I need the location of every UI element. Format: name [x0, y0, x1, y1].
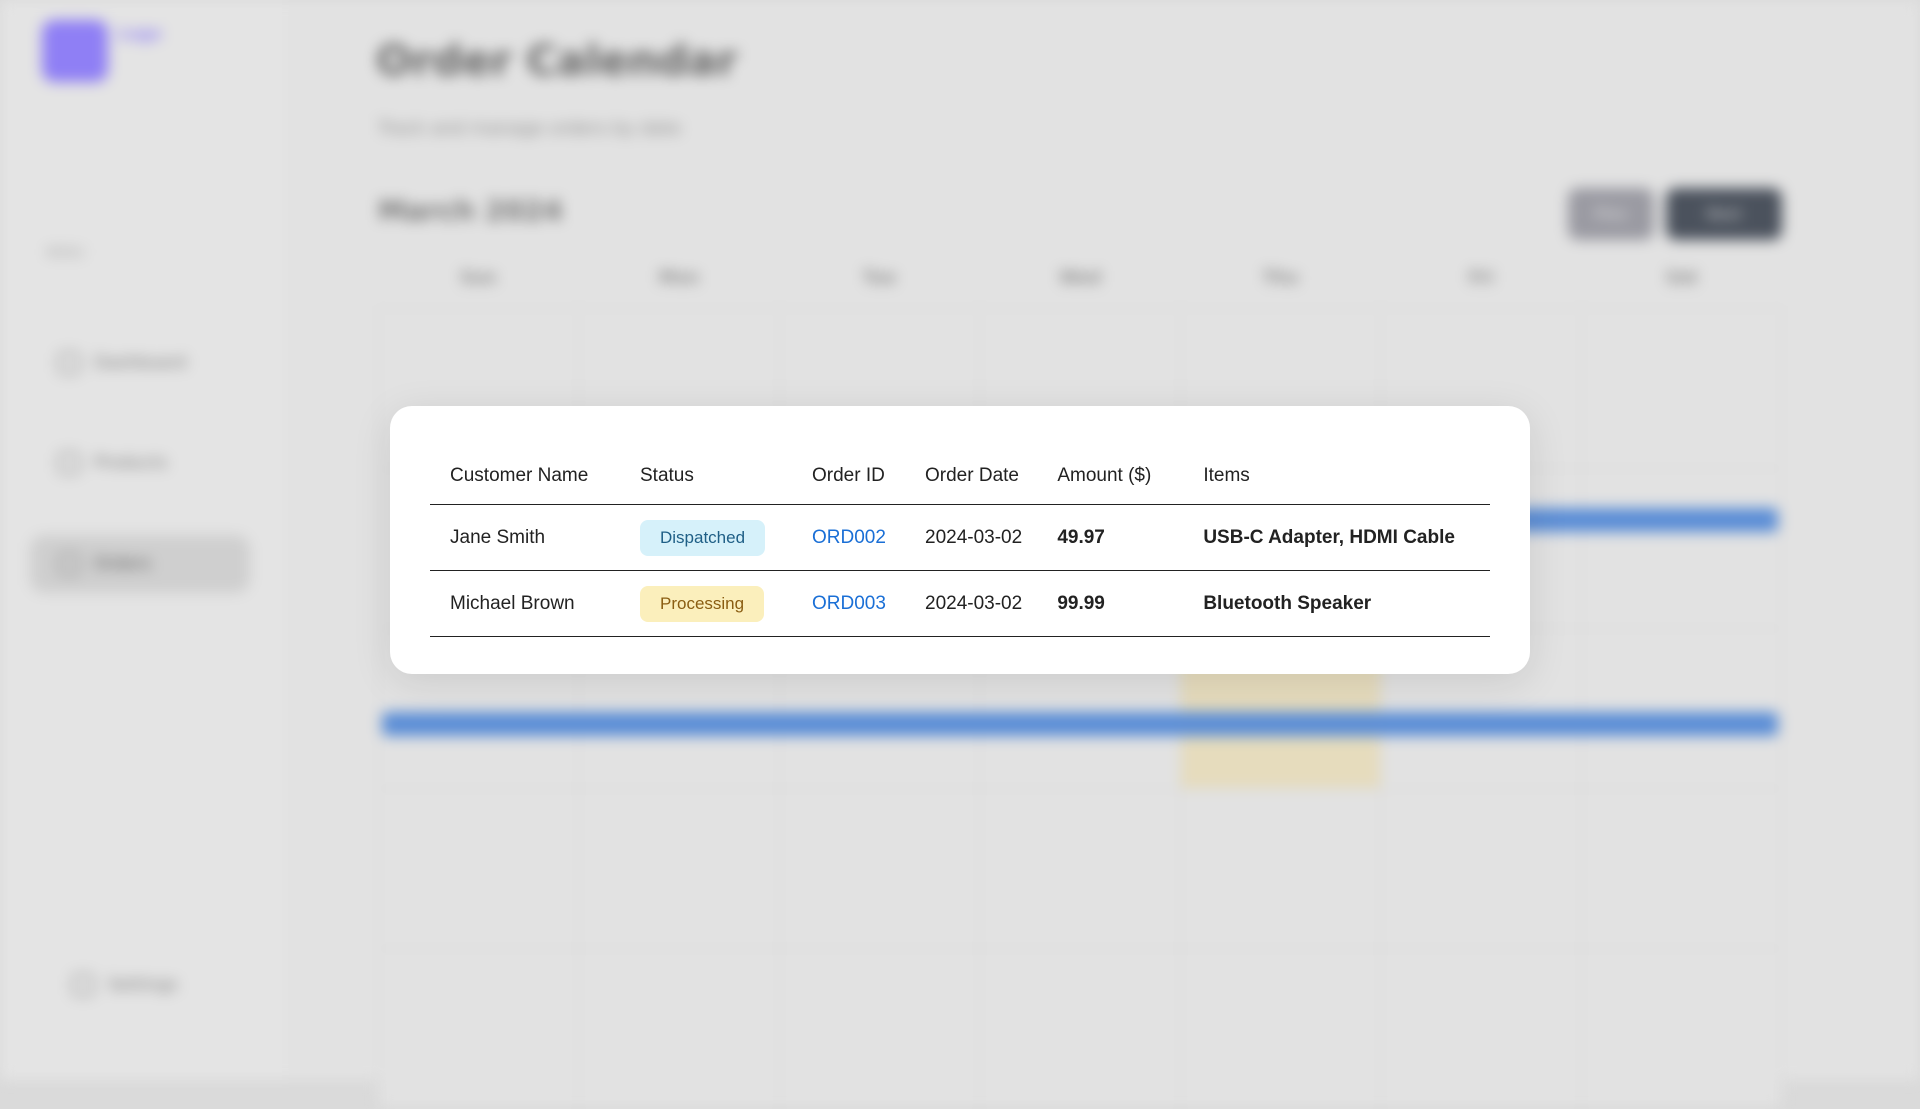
order-event-bar[interactable]: [382, 712, 1778, 736]
status-cell: Processing: [620, 570, 792, 637]
weekday-label: Tue: [862, 268, 897, 288]
table-header-row: Customer Name Status Order ID Order Date…: [430, 448, 1490, 505]
order-id-cell: ORD003: [792, 570, 905, 637]
prev-month-button[interactable]: Prev: [1568, 188, 1654, 240]
sidebar-item-label: Dashboard: [94, 353, 187, 373]
table-row: Michael Brown Processing ORD003 2024-03-…: [430, 570, 1490, 637]
sidebar-item-label: Settings: [108, 975, 178, 995]
calendar-day[interactable]: [579, 789, 780, 949]
month-label: March 2024: [378, 194, 563, 227]
order-amount: 49.97: [1037, 504, 1184, 571]
status-badge: Dispatched: [640, 519, 766, 556]
order-id-cell: ORD002: [792, 504, 905, 571]
logo-text: Logo: [118, 24, 162, 43]
calendar-day[interactable]: [379, 949, 580, 1109]
sidebar-item-dashboard[interactable]: Dashboard: [30, 334, 250, 392]
order-date: 2024-03-02: [905, 570, 1038, 637]
grid-icon: [58, 352, 80, 374]
calendar-day[interactable]: [779, 949, 981, 1109]
sidebar-section-label: MENU: [46, 246, 85, 261]
calendar-day[interactable]: [579, 949, 780, 1109]
page-subtitle: Track and manage orders by date: [378, 118, 682, 139]
column-header-amount: Amount ($): [1037, 448, 1184, 505]
calendar-day[interactable]: [1180, 789, 1382, 949]
calendar: Sun Mon Tue Wed Thu Fri Sat: [378, 268, 1782, 1109]
customer-name: Michael Brown: [430, 570, 620, 637]
status-badge: Processing: [640, 585, 765, 622]
calendar-day[interactable]: [779, 789, 981, 949]
logo-mark: [42, 20, 108, 82]
order-id-link[interactable]: ORD002: [812, 527, 886, 548]
column-header-status: Status: [620, 448, 792, 505]
box-icon: [58, 452, 80, 474]
weekday-label: Fri: [1468, 268, 1494, 288]
weekday-header: Sun Mon Tue Wed Thu Fri Sat: [378, 268, 1782, 308]
order-amount: 99.99: [1037, 570, 1184, 637]
order-details-modal: Customer Name Status Order ID Order Date…: [390, 406, 1530, 674]
page-title: Order Calendar: [376, 36, 738, 85]
order-items: USB-C Adapter, HDMI Cable: [1183, 504, 1490, 571]
calendar-day[interactable]: [1581, 949, 1782, 1109]
calendar-day[interactable]: [379, 789, 580, 949]
order-date: 2024-03-02: [905, 504, 1038, 571]
column-header-items: Items: [1183, 448, 1490, 505]
weekday-label: Sat: [1665, 268, 1698, 288]
next-month-button[interactable]: Next: [1666, 188, 1782, 240]
calendar-day[interactable]: [1581, 469, 1782, 629]
customer-name: Jane Smith: [430, 504, 620, 571]
calendar-day[interactable]: [980, 949, 1181, 1109]
calendar-icon: [58, 553, 80, 575]
weekday-label: Sun: [460, 268, 497, 288]
sidebar-item-products[interactable]: Products: [30, 434, 250, 492]
calendar-day[interactable]: [980, 789, 1181, 949]
column-header-order-id: Order ID: [792, 448, 905, 505]
status-cell: Dispatched: [620, 504, 792, 571]
gear-icon: [72, 974, 94, 996]
weekday-label: Mon: [658, 268, 700, 288]
order-event-bar[interactable]: [1500, 508, 1778, 532]
order-items: Bluetooth Speaker: [1183, 570, 1490, 637]
calendar-day[interactable]: [1581, 309, 1782, 469]
weekday-label: Wed: [1059, 268, 1101, 288]
column-header-order-date: Order Date: [905, 448, 1038, 505]
table-row: Jane Smith Dispatched ORD002 2024-03-02 …: [430, 504, 1490, 571]
sidebar-item-label: Products: [94, 453, 168, 473]
calendar-day[interactable]: [1381, 949, 1582, 1109]
sidebar-item-orders[interactable]: Orders: [30, 535, 250, 593]
order-id-link[interactable]: ORD003: [812, 593, 886, 614]
calendar-day[interactable]: [1381, 789, 1582, 949]
sidebar: Logo MENU Dashboard Products Orders Sett…: [0, 0, 293, 1080]
sidebar-item-label: Orders: [94, 554, 152, 574]
orders-table: Customer Name Status Order ID Order Date…: [430, 448, 1490, 637]
weekday-label: Thu: [1262, 268, 1299, 288]
column-header-customer: Customer Name: [430, 448, 620, 505]
calendar-day[interactable]: [1581, 789, 1782, 949]
calendar-day[interactable]: [1581, 629, 1782, 789]
sidebar-item-settings[interactable]: Settings: [44, 956, 264, 1014]
calendar-day[interactable]: [1180, 949, 1382, 1109]
